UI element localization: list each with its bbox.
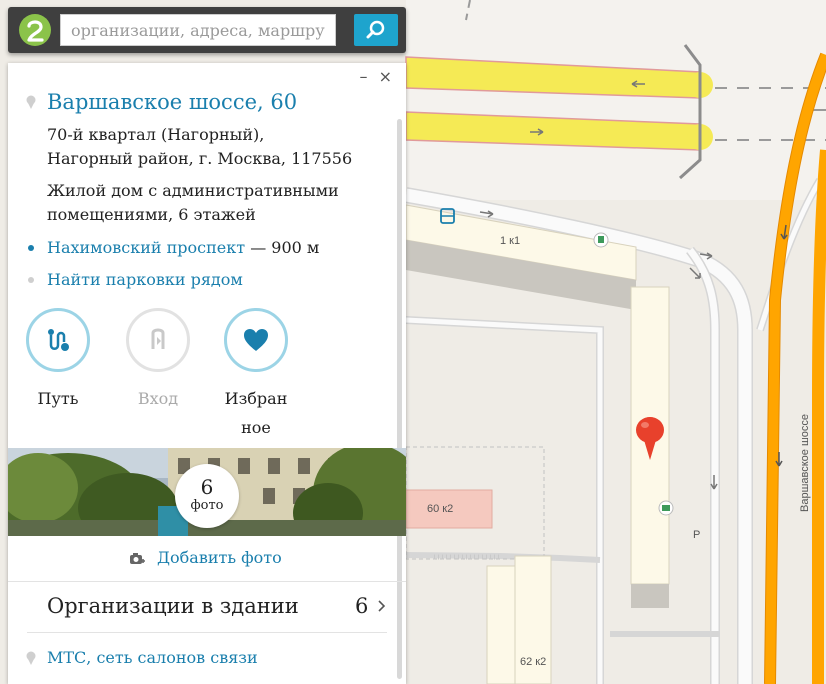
place-card: – × Варшавское шоссе, 60 70-й квартал (Н…	[8, 63, 406, 684]
heart-icon	[244, 329, 268, 351]
building-label: 1 к1	[500, 235, 520, 247]
address-detail-line2: Нагорный район, г. Москва, 117556	[47, 149, 353, 168]
building-label: 62 к2	[520, 656, 546, 668]
card-controls: – ×	[354, 67, 393, 86]
camera-icon	[130, 553, 145, 564]
search-bar	[8, 7, 406, 53]
route-label: Путь	[37, 389, 79, 408]
photo-count-bubble[interactable]: 6 фото	[175, 464, 239, 528]
photo-strip[interactable]: 6 фото	[8, 448, 406, 536]
find-parking-link[interactable]: Найти парковки рядом	[47, 270, 243, 289]
atm-poi-icon[interactable]	[658, 500, 674, 516]
entrance-button[interactable]: Вход	[113, 308, 203, 413]
favorite-label-line1: Избран	[224, 389, 288, 408]
pin-icon	[26, 651, 36, 665]
organizations-title[interactable]: Организации в здании	[47, 594, 299, 618]
map-building-shadow	[631, 584, 669, 608]
metro-info: Нахимовский проспект — 900 м	[47, 238, 319, 257]
organizations-count: 6	[355, 594, 369, 618]
organization-item-link[interactable]: МТС, сеть салонов связи	[47, 648, 258, 667]
metro-distance: — 900 м	[250, 238, 320, 257]
address-title[interactable]: Варшавское шоссе, 60	[47, 90, 297, 114]
entrance-label: Вход	[137, 389, 179, 408]
shop-poi-icon[interactable]	[593, 232, 609, 248]
favorite-circle[interactable]	[224, 308, 288, 372]
map-plaza	[406, 0, 826, 200]
2gis-logo-icon[interactable]	[18, 13, 52, 47]
route-circle[interactable]	[26, 308, 90, 372]
metro-station-link[interactable]: Нахимовский проспект	[47, 238, 245, 257]
map-building[interactable]	[486, 565, 516, 684]
address-detail-line1: 70-й квартал (Нагорный),	[47, 125, 265, 144]
entrance-icon	[151, 328, 165, 349]
building-description-line1: Жилой дом с административными	[47, 181, 339, 200]
entrance-circle[interactable]	[126, 308, 190, 372]
street-label: Варшавское шоссе	[799, 414, 811, 512]
search-icon	[366, 20, 385, 39]
building-label: 60 к2	[427, 503, 453, 515]
minimize-button[interactable]: –	[360, 67, 368, 86]
route-button[interactable]: Путь	[13, 308, 103, 413]
building-description-line2: помещениями, 6 этажей	[47, 205, 256, 224]
divider	[8, 581, 406, 582]
route-icon	[48, 329, 69, 351]
favorite-label-line2: ное	[241, 418, 271, 437]
search-input[interactable]	[60, 14, 336, 46]
chevron-right-icon[interactable]	[378, 600, 386, 612]
favorite-label: Избран ное	[211, 384, 301, 442]
pin-icon	[26, 95, 36, 109]
metro-dot-icon	[28, 245, 34, 251]
favorite-button[interactable]: Избран ное	[211, 308, 301, 442]
add-photo-link[interactable]: Добавить фото	[157, 548, 282, 567]
bullet-icon	[28, 277, 34, 283]
divider	[27, 632, 387, 633]
photo-count-label: фото	[190, 498, 224, 513]
card-scrollbar[interactable]	[397, 119, 402, 679]
photo-count: 6	[200, 475, 214, 499]
parking-mark: P	[693, 529, 700, 541]
close-button[interactable]: ×	[379, 67, 392, 86]
search-button[interactable]	[354, 14, 398, 46]
